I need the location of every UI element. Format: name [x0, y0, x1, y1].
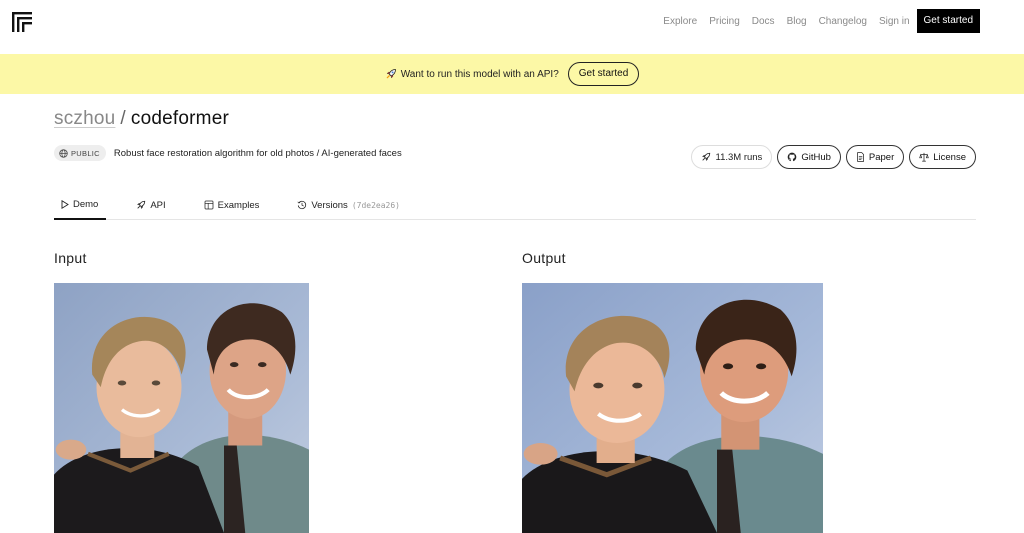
play-icon: [61, 199, 69, 209]
output-label: Output: [522, 250, 566, 266]
title-separator: /: [120, 108, 126, 129]
license-label: License: [933, 151, 966, 163]
tab-demo-label: Demo: [73, 198, 99, 210]
page-title: sczhou / codeformer: [54, 108, 229, 130]
tab-versions-label: Versions: [311, 199, 348, 211]
tab-api[interactable]: API: [128, 194, 173, 220]
model-owner-link[interactable]: sczhou: [54, 108, 115, 129]
banner-text: Want to run this model with an API?: [400, 68, 559, 80]
model-meta-row: PUBLIC Robust face restoration algorithm…: [54, 145, 402, 161]
scale-icon: [919, 152, 930, 162]
nav-link-changelog[interactable]: Changelog: [819, 16, 867, 27]
nav-link-explore[interactable]: Explore: [663, 16, 697, 27]
rocket-icon: [386, 69, 396, 79]
rocket-icon: [702, 152, 711, 161]
model-tabs: Demo API Examples Versions (7de2ea26): [54, 194, 976, 220]
visibility-badge: PUBLIC: [54, 145, 106, 161]
nav-link-docs[interactable]: Docs: [752, 16, 775, 27]
version-hash: (7de2ea26): [351, 200, 400, 210]
gallery-icon: [204, 200, 214, 210]
runs-count: 11.3M runs: [715, 151, 763, 163]
paper-button[interactable]: Paper: [845, 145, 905, 169]
tab-versions[interactable]: Versions (7de2ea26): [289, 194, 408, 220]
github-label: GitHub: [801, 151, 831, 163]
output-image[interactable]: [522, 283, 823, 533]
tab-examples-label: Examples: [217, 199, 260, 211]
banner-get-started-button[interactable]: Get started: [567, 62, 640, 86]
input-label: Input: [54, 250, 87, 266]
visibility-label: PUBLIC: [71, 148, 100, 158]
rocket-icon: [137, 200, 146, 209]
input-image[interactable]: [54, 283, 309, 533]
model-name: codeformer: [130, 108, 229, 129]
history-icon: [297, 200, 307, 210]
model-description: Robust face restoration algorithm for ol…: [113, 147, 402, 159]
license-button[interactable]: License: [909, 145, 976, 169]
github-icon: [788, 152, 797, 162]
nav-link-sign-in[interactable]: Sign in: [879, 16, 910, 27]
document-icon: [857, 152, 864, 162]
api-banner: Want to run this model with an API? Get …: [0, 54, 1024, 94]
globe-icon: [59, 148, 68, 158]
tab-examples[interactable]: Examples: [196, 194, 268, 220]
tab-api-label: API: [150, 199, 166, 211]
get-started-button[interactable]: Get started: [916, 9, 980, 33]
paper-label: Paper: [868, 151, 895, 163]
tab-demo[interactable]: Demo: [54, 194, 107, 220]
runs-count-pill: 11.3M runs: [691, 145, 773, 169]
nav-link-pricing[interactable]: Pricing: [709, 16, 740, 27]
nav-links: Explore Pricing Docs Blog Changelog Sign…: [651, 9, 980, 33]
github-button[interactable]: GitHub: [777, 145, 841, 169]
nav-link-blog[interactable]: Blog: [787, 16, 807, 27]
top-navigation: Explore Pricing Docs Blog Changelog Sign…: [0, 0, 1024, 44]
replicate-logo-icon[interactable]: [12, 12, 32, 32]
model-pills: 11.3M runs GitHub Paper License: [686, 145, 976, 169]
